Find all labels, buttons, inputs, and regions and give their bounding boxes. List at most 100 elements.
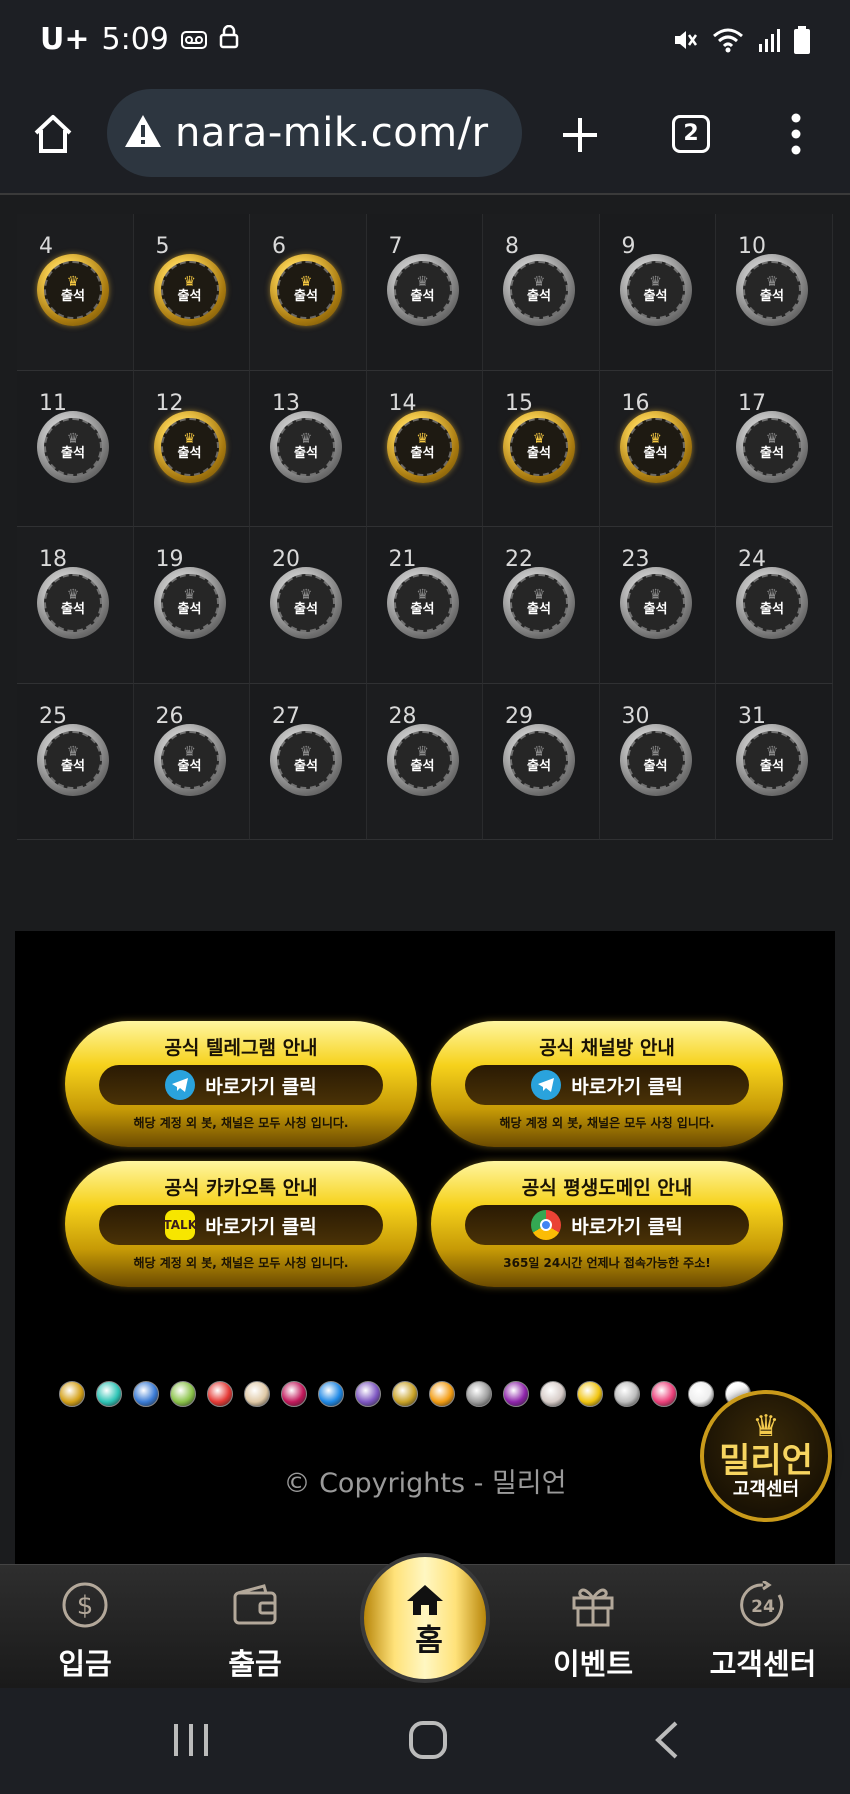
crown-icon: ♛ (66, 743, 80, 760)
new-tab-icon[interactable] (560, 115, 600, 159)
crown-icon: ♛ (66, 430, 80, 447)
home-system-icon[interactable] (408, 1720, 448, 1764)
badge-label: 출석 (61, 758, 85, 774)
bottom-navigation: $ 입금 출금 홈 이벤트 24 고객센터 (0, 1553, 850, 1688)
badge-label: 출석 (643, 758, 668, 774)
promo-link-button[interactable]: 바로가기 클릭 (99, 1065, 383, 1105)
day-number: 13 (272, 390, 300, 416)
badge-label: 출석 (177, 445, 202, 461)
attendance-badge-unchecked: ♛ 출석 (386, 567, 459, 639)
provider-logo-icon (59, 1381, 85, 1407)
provider-logo-icon (133, 1381, 159, 1407)
nav-label: 홈 (408, 1623, 443, 1654)
badge-label: 출석 (527, 289, 551, 304)
crown-icon: ♛ (532, 743, 546, 760)
calendar-day-cell: 13 ♛ 출석 (250, 370, 367, 527)
promo-channel[interactable]: 공식 채널방 안내 바로가기 클릭 해당 계정 외 봇, 채널은 모두 사칭 입… (431, 1021, 783, 1147)
more-menu-icon[interactable] (790, 113, 802, 159)
calendar-day-cell: 27 ♛ 출석 (250, 683, 367, 840)
voicemail-icon (180, 22, 207, 57)
badge-label: 출석 (61, 289, 85, 304)
promo-title: 공식 카카오톡 안내 (164, 1177, 318, 1199)
status-bar: U+ 5:09 (0, 0, 850, 85)
crown-icon: ♛ (183, 430, 196, 447)
attendance-badge-unchecked: ♛ 출석 (619, 567, 692, 639)
svg-text:24: 24 (751, 1597, 775, 1617)
promo-link-button[interactable]: 바로가기 클릭 (465, 1205, 749, 1245)
provider-logo-icon (392, 1381, 418, 1407)
day-number: 18 (39, 547, 67, 572)
promo-link-button[interactable]: TALK 바로가기 클릭 (99, 1205, 383, 1245)
nav-deposit[interactable]: $ 입금 (10, 1575, 160, 1683)
badge-inner: ♛ 출석 (743, 574, 801, 632)
back-icon[interactable] (652, 1720, 680, 1764)
crown-icon: ♛ (532, 587, 546, 603)
day-number: 11 (39, 390, 67, 416)
calendar-day-cell: 25 ♛ 출석 (17, 683, 134, 840)
nav-event[interactable]: 이벤트 (518, 1575, 668, 1683)
crown-icon: ♛ (765, 430, 779, 447)
calendar-day-cell: 19 ♛ 출석 (133, 527, 250, 684)
promo-note: 해당 계정 외 봇, 채널은 모두 사칭 입니다. (133, 1116, 349, 1130)
calendar-day-cell: 28 ♛ 출석 (366, 683, 483, 840)
promo-note: 365일 24시간 언제나 접속가능한 주소! (503, 1256, 711, 1270)
badge-inner: ♛ 출석 (160, 417, 219, 476)
customer-center-float-button[interactable]: ♛ 밀리언 고객센터 (700, 1390, 832, 1522)
badge-inner: ♛ 출석 (510, 574, 568, 632)
provider-logo-icon (207, 1381, 233, 1407)
badge-inner: ♛ 출석 (393, 730, 452, 789)
warning-icon (123, 113, 163, 153)
provider-logo-icon (540, 1381, 566, 1407)
home-icon[interactable] (32, 113, 74, 159)
address-bar[interactable]: nara-mik.com/r (107, 89, 522, 177)
day-number: 4 (39, 234, 53, 259)
calendar-day-cell: 12 ♛ 출석 (133, 370, 250, 527)
carrier-label: U+ (40, 22, 90, 57)
badge-inner: ♛ 출석 (44, 261, 102, 319)
day-number: 29 (505, 703, 533, 729)
day-number: 12 (155, 390, 184, 416)
attendance-badge-unchecked: ♛ 출석 (37, 410, 109, 483)
promo-title: 공식 텔레그램 안내 (164, 1037, 318, 1059)
calendar-day-cell: 7 ♛ 출석 (366, 214, 483, 371)
promo-link-button[interactable]: 바로가기 클릭 (465, 1065, 749, 1105)
day-number: 8 (505, 234, 519, 259)
recent-apps-icon[interactable] (172, 1722, 210, 1762)
promo-domain[interactable]: 공식 평생도메인 안내 바로가기 클릭 365일 24시간 언제나 접속가능한 … (431, 1161, 783, 1287)
badge-label: 출석 (61, 602, 85, 617)
badge-inner: ♛ 출석 (510, 730, 568, 789)
badge-inner: ♛ 출석 (743, 261, 801, 319)
nav-withdraw[interactable]: 출금 (180, 1575, 330, 1683)
attendance-badge-checked: ♛ 출석 (619, 410, 692, 483)
signal-icon (758, 28, 780, 56)
nav-home-button[interactable]: 홈 (360, 1553, 490, 1683)
badge-inner: ♛ 출석 (393, 417, 452, 476)
calendar-day-cell: 30 ♛ 출석 (599, 683, 716, 840)
provider-logo-icon (318, 1381, 344, 1407)
promo-button-label: 바로가기 클릭 (205, 1075, 317, 1098)
url-text: nara-mik.com/r (175, 110, 489, 156)
nav-support[interactable]: 24 고객센터 (688, 1575, 838, 1683)
attendance-badge-unchecked: ♛ 출석 (619, 254, 692, 326)
system-navigation-bar (0, 1688, 850, 1794)
calendar-day-cell: 20 ♛ 출석 (250, 527, 367, 684)
crown-icon: ♛ (416, 274, 429, 290)
day-number: 22 (505, 547, 533, 572)
badge-inner: ♛ 출석 (277, 574, 335, 632)
promo-kakaotalk[interactable]: 공식 카카오톡 안내 TALK 바로가기 클릭 해당 계정 외 봇, 채널은 모… (65, 1161, 417, 1287)
promo-note: 해당 계정 외 봇, 채널은 모두 사칭 입니다. (499, 1116, 715, 1130)
attendance-badge-checked: ♛ 출석 (37, 254, 109, 326)
attendance-badge-unchecked: ♛ 출석 (386, 723, 459, 796)
tab-switcher-button[interactable]: 2 (672, 115, 710, 153)
badge-inner: ♛ 출석 (626, 417, 685, 476)
day-number: 23 (621, 547, 650, 572)
attendance-badge-unchecked: ♛ 출석 (270, 410, 342, 483)
badge-inner: ♛ 출석 (626, 730, 685, 789)
page-content: 4 ♛ 출석 5 ♛ 출석 6 ♛ 출석 7 ♛ 출석 8 ♛ 출석 9 ♛ 출석 10 ♛ 출석 11 ♛ 출석 12 ♛ 출석 1… (0, 197, 850, 1564)
day-number: 14 (388, 390, 417, 416)
promo-button-label: 바로가기 클릭 (571, 1075, 683, 1098)
promo-telegram[interactable]: 공식 텔레그램 안내 바로가기 클릭 해당 계정 외 봇, 채널은 모두 사칭 … (65, 1021, 417, 1147)
clock-24-icon: 24 (688, 1575, 838, 1635)
badge-label: 출석 (643, 445, 668, 461)
crown-icon: ♛ (66, 587, 80, 603)
